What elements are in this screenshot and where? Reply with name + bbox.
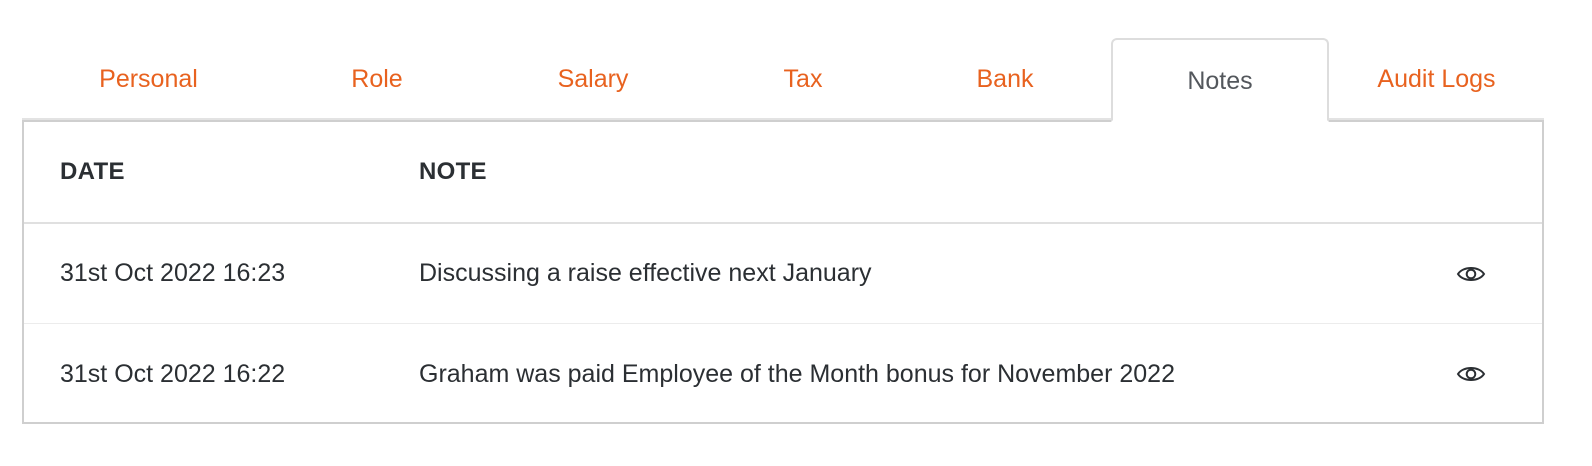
tab-label: Tax [783,64,823,93]
tab-label: Notes [1187,66,1253,95]
note-date: 31st Oct 2022 16:22 [60,359,286,388]
eye-icon [1456,263,1486,285]
tab-label: Role [351,64,403,93]
note-date: 31st Oct 2022 16:23 [60,259,286,287]
table-header: DATE NOTE [24,122,1542,224]
tab-notes[interactable]: Notes [1111,38,1329,122]
view-note-button[interactable] [1449,224,1493,323]
column-header-note: NOTE [419,158,487,185]
table-row: 31st Oct 2022 16:23 Discussing a raise e… [24,224,1542,324]
tab-personal[interactable]: Personal [22,38,275,120]
column-header-date: DATE [60,158,125,185]
tab-salary[interactable]: Salary [479,38,707,120]
tab-audit-logs[interactable]: Audit Logs [1329,38,1544,120]
note-text: Discussing a raise effective next Januar… [419,259,872,287]
eye-icon [1456,363,1486,385]
tab-tax[interactable]: Tax [707,38,899,120]
table-row: 31st Oct 2022 16:22 Graham was paid Empl… [24,324,1542,424]
tab-bar: Personal Role Salary Tax Bank Notes Audi… [22,38,1544,122]
view-note-button[interactable] [1449,324,1493,424]
tab-bank[interactable]: Bank [899,38,1111,120]
tab-label: Personal [99,64,198,93]
notes-table: DATE NOTE 31st Oct 2022 16:23 Discussing… [22,120,1544,424]
tab-role[interactable]: Role [275,38,479,120]
tab-label: Bank [976,64,1034,93]
tab-label: Audit Logs [1377,64,1496,93]
tab-label: Salary [557,64,629,93]
note-text: Graham was paid Employee of the Month bo… [419,359,1175,388]
